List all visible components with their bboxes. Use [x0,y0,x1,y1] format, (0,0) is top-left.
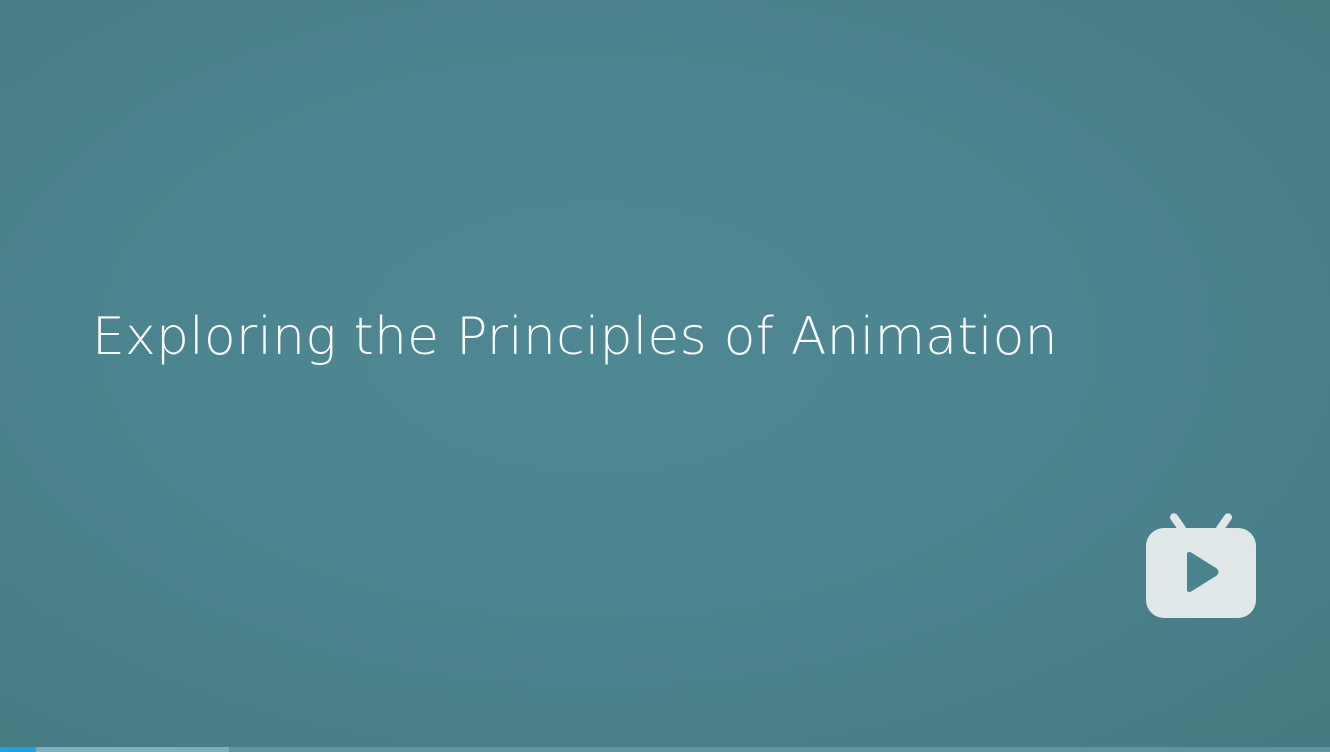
tv-play-icon [1146,513,1256,618]
slide-title: Exploring the Principles of Animation [92,307,1058,367]
video-slide[interactable]: Exploring the Principles of Animation wi… [0,0,1330,752]
slide-subtitle: with Brian Moeller [140,425,394,458]
progress-bar[interactable] [0,747,1330,752]
progress-played [0,747,36,752]
